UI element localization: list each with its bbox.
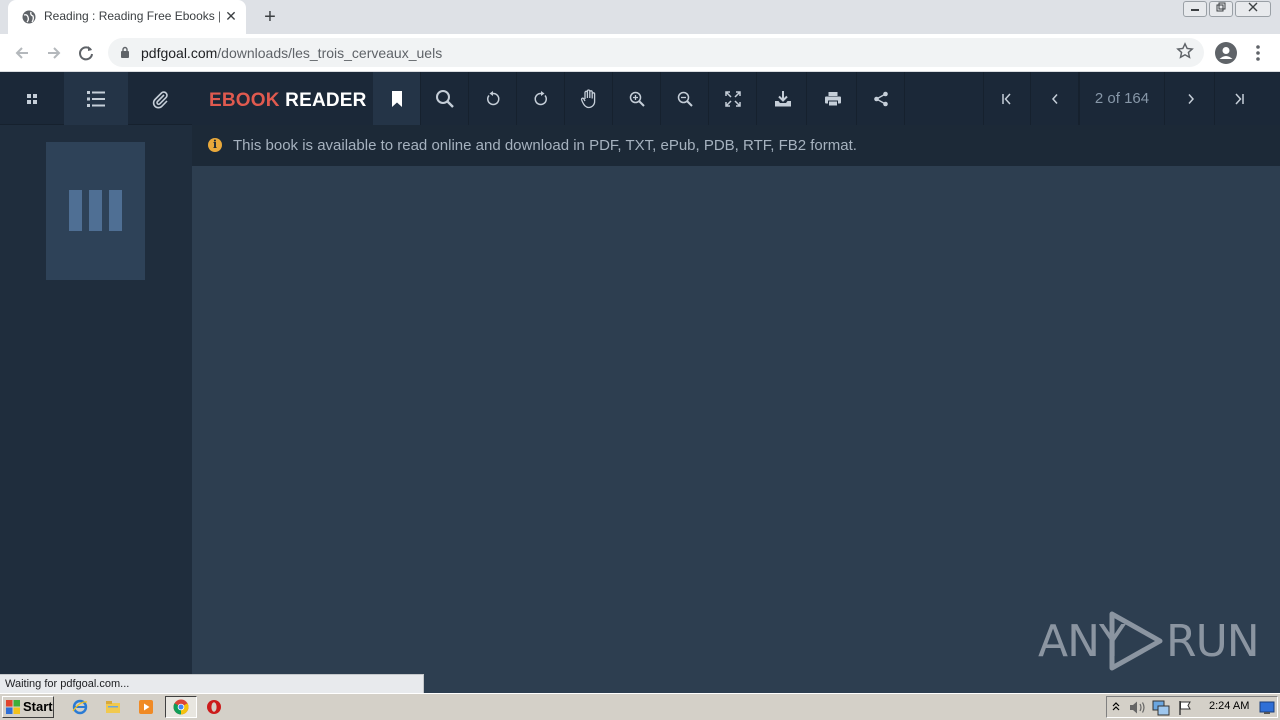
- brand-word-ebook: EBOOK: [209, 90, 280, 111]
- restore-button[interactable]: [1209, 1, 1233, 17]
- search-button[interactable]: [421, 72, 469, 125]
- chrome-taskbar-button[interactable]: [165, 696, 197, 718]
- rotate-left-button[interactable]: [469, 72, 517, 125]
- next-page-button[interactable]: [1167, 72, 1215, 125]
- download-button[interactable]: [759, 72, 807, 125]
- download-icon: [774, 90, 791, 106]
- lock-icon[interactable]: [120, 46, 130, 58]
- outline-icon: [87, 90, 105, 107]
- page-thumbnail[interactable]: [46, 142, 145, 280]
- tab-title: Reading : Reading Free Ebooks | PDF: [44, 9, 220, 23]
- browser-status-bubble: Waiting for pdfgoal.com...: [0, 674, 424, 693]
- zoom-in-button[interactable]: [613, 72, 661, 125]
- first-page-icon: [1002, 92, 1011, 105]
- attachments-button[interactable]: [128, 72, 192, 125]
- system-tray: 2:24 AM: [1106, 696, 1278, 718]
- volume-icon[interactable]: [1129, 700, 1147, 715]
- print-button[interactable]: [809, 72, 857, 125]
- account-icon: [1219, 47, 1233, 59]
- rotate-right-icon: [534, 90, 547, 105]
- url-text[interactable]: pdfgoal.com/downloads/les_trois_cerveaux…: [141, 45, 442, 61]
- thumbnails-icon: [27, 93, 37, 104]
- zoom-in-icon: [629, 91, 645, 107]
- reload-icon[interactable]: [75, 42, 97, 64]
- hand-tool-button[interactable]: [565, 72, 613, 125]
- browser-toolbar: pdfgoal.com/downloads/les_trois_cerveaux…: [0, 34, 1280, 72]
- anyrun-watermark: ANY RUN: [1038, 608, 1260, 672]
- opera-icon[interactable]: [206, 699, 222, 715]
- globe-icon: [22, 10, 36, 24]
- address-bar[interactable]: pdfgoal.com/downloads/les_trois_cerveaux…: [108, 38, 1204, 67]
- rotate-left-icon: [486, 90, 499, 105]
- reader-sidebar: [0, 72, 192, 676]
- bookmark-star-icon[interactable]: [1176, 42, 1194, 60]
- thumbnail-placeholder-bar: [109, 190, 122, 231]
- media-player-icon[interactable]: [138, 699, 154, 715]
- search-icon: [435, 89, 454, 108]
- network-icon[interactable]: [1152, 700, 1170, 716]
- back-arrow-icon[interactable]: [11, 42, 33, 64]
- hand-tool-icon: [580, 88, 595, 108]
- minimize-button[interactable]: [1183, 1, 1207, 17]
- fullscreen-button[interactable]: [709, 72, 757, 125]
- start-label: Start: [23, 699, 53, 714]
- availability-message: This book is available to read online an…: [233, 137, 857, 154]
- watermark-text-run: RUN: [1166, 616, 1260, 667]
- previous-page-button[interactable]: [1031, 72, 1079, 125]
- last-page-icon: [1235, 92, 1244, 105]
- first-page-button[interactable]: [983, 72, 1031, 125]
- fullscreen-icon: [724, 90, 741, 107]
- page-indicator[interactable]: 2 of 164: [1079, 72, 1165, 125]
- print-icon: [824, 91, 841, 106]
- windows-logo-icon: [6, 700, 20, 714]
- last-page-button[interactable]: [1215, 72, 1263, 125]
- profile-avatar-icon[interactable]: [1215, 42, 1237, 64]
- thumbnail-placeholder-bar: [69, 190, 82, 231]
- close-icon: [1248, 2, 1258, 12]
- chrome-icon: [173, 699, 189, 715]
- browser-tab[interactable]: Reading : Reading Free Ebooks | PDF ✕: [8, 0, 246, 34]
- document-viewer[interactable]: [192, 166, 1280, 676]
- outline-button[interactable]: [64, 72, 128, 125]
- browser-tab-strip: Reading : Reading Free Ebooks | PDF ✕ +: [0, 0, 1280, 34]
- reader-toolbar: EBOOK READER 2 of 164: [192, 72, 1280, 125]
- action-center-flag-icon[interactable]: [1177, 700, 1193, 716]
- browser-menu-icon[interactable]: [1250, 42, 1266, 64]
- chevron-left-icon: [1051, 93, 1058, 104]
- tab-close-icon[interactable]: ✕: [224, 9, 238, 23]
- bookmark-button[interactable]: [373, 72, 421, 125]
- zoom-out-button[interactable]: [661, 72, 709, 125]
- restore-icon: [1216, 2, 1226, 12]
- start-button[interactable]: Start: [2, 696, 54, 718]
- internet-explorer-icon[interactable]: [72, 699, 88, 715]
- forward-arrow-icon[interactable]: [43, 42, 65, 64]
- zoom-out-icon: [677, 91, 693, 107]
- minimize-icon: [1191, 9, 1199, 11]
- info-icon: i: [208, 138, 222, 152]
- sidebar-toolbar: [0, 72, 192, 125]
- thumbnails-button[interactable]: [0, 72, 64, 125]
- brand-word-reader: READER: [285, 90, 367, 111]
- reader-brand-logo: EBOOK READER: [209, 90, 367, 112]
- share-icon: [873, 91, 888, 106]
- new-tab-button[interactable]: +: [260, 7, 280, 27]
- show-desktop-icon[interactable]: [1259, 700, 1275, 715]
- taskbar-clock[interactable]: 2:24 AM: [1209, 700, 1249, 712]
- close-window-button[interactable]: [1235, 1, 1271, 17]
- chevron-up-icon[interactable]: [1111, 701, 1121, 713]
- windows-taskbar: Start 2:24 AM: [0, 693, 1280, 720]
- chevron-right-icon: [1187, 93, 1194, 104]
- bookmark-icon: [391, 90, 402, 107]
- rotate-right-button[interactable]: [517, 72, 565, 125]
- file-explorer-icon[interactable]: [105, 699, 121, 715]
- share-button[interactable]: [857, 72, 905, 125]
- availability-notice: i This book is available to read online …: [192, 125, 1280, 166]
- attachment-icon: [152, 90, 168, 108]
- play-logo-icon: [1109, 611, 1163, 671]
- thumbnail-placeholder-bar: [89, 190, 102, 231]
